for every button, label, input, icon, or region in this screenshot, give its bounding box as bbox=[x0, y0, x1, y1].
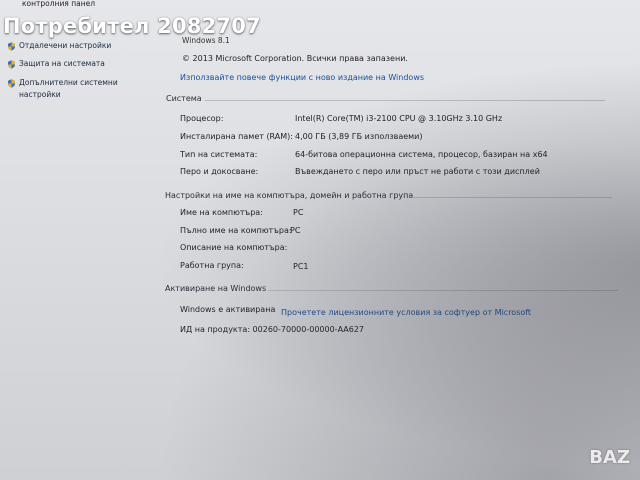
upgrade-link[interactable]: Използвайте повече функции с ново издани… bbox=[180, 73, 424, 82]
shield-icon bbox=[8, 42, 15, 51]
shield-icon bbox=[8, 60, 15, 69]
left-nav-pane: контролния панел Отдалечени настройки За… bbox=[0, 0, 150, 480]
product-id: ИД на продукта: 00260-70000-00000-AA627 bbox=[180, 325, 364, 334]
remote-settings-link[interactable]: Отдалечени настройки bbox=[8, 41, 111, 51]
system-divider bbox=[205, 100, 605, 101]
workgroup-label: Работна група: bbox=[180, 261, 244, 270]
ram-value: 4,00 ГБ (3,89 ГБ използваеми) bbox=[295, 132, 423, 141]
workgroup-value: PC1 bbox=[293, 262, 309, 271]
advanced-settings-cont[interactable]: настройки bbox=[19, 90, 61, 100]
remote-settings-label: Отдалечени настройки bbox=[19, 41, 112, 50]
processor-label: Процесор: bbox=[180, 114, 224, 123]
pen-touch-label: Перо и докосване: bbox=[180, 167, 259, 176]
ram-label: Инсталирана памет (RAM): bbox=[180, 132, 293, 141]
system-heading: Система bbox=[166, 94, 202, 103]
system-protection-link[interactable]: Защита на системата bbox=[8, 59, 105, 69]
user-watermark: Потребител 2082707 bbox=[3, 14, 261, 38]
full-name-label: Пълно име на компютъра: bbox=[180, 226, 292, 235]
system-type-label: Тип на системата: bbox=[180, 150, 258, 159]
brand-watermark: BAZ bbox=[589, 447, 630, 468]
system-type-value: 64-битова операционна система, процесор,… bbox=[295, 150, 548, 159]
computer-name-divider bbox=[412, 197, 612, 198]
computer-name-heading: Настройки на име на компютъра, домейн и … bbox=[165, 191, 414, 200]
activation-heading: Активиране на Windows bbox=[165, 284, 267, 293]
system-protection-label: Защита на системата bbox=[19, 59, 105, 68]
shield-icon bbox=[8, 79, 15, 88]
computer-name-label: Име на компютъра: bbox=[180, 208, 263, 217]
pen-touch-value: Въвеждането с перо или пръст не работи с… bbox=[295, 167, 540, 176]
advanced-settings-link[interactable]: Допълнителни системни bbox=[8, 78, 118, 88]
license-terms-link[interactable]: Прочетете лицензионните условия за софту… bbox=[281, 308, 531, 317]
control-panel-link[interactable]: контролния панел bbox=[22, 0, 95, 8]
description-label: Описание на компютъра: bbox=[180, 243, 288, 252]
activation-status: Windows е активирана bbox=[180, 305, 276, 314]
computer-name-value: PC bbox=[293, 208, 304, 217]
copyright-text: © 2013 Microsoft Corporation. Всички пра… bbox=[182, 54, 408, 63]
advanced-settings-label: Допълнителни системни bbox=[19, 78, 118, 87]
screen: контролния панел Отдалечени настройки За… bbox=[0, 0, 640, 480]
activation-divider bbox=[268, 290, 618, 291]
processor-value: Intel(R) Core(TM) i3-2100 CPU @ 3.10GHz … bbox=[295, 114, 503, 123]
full-name-value: PC bbox=[290, 226, 301, 235]
